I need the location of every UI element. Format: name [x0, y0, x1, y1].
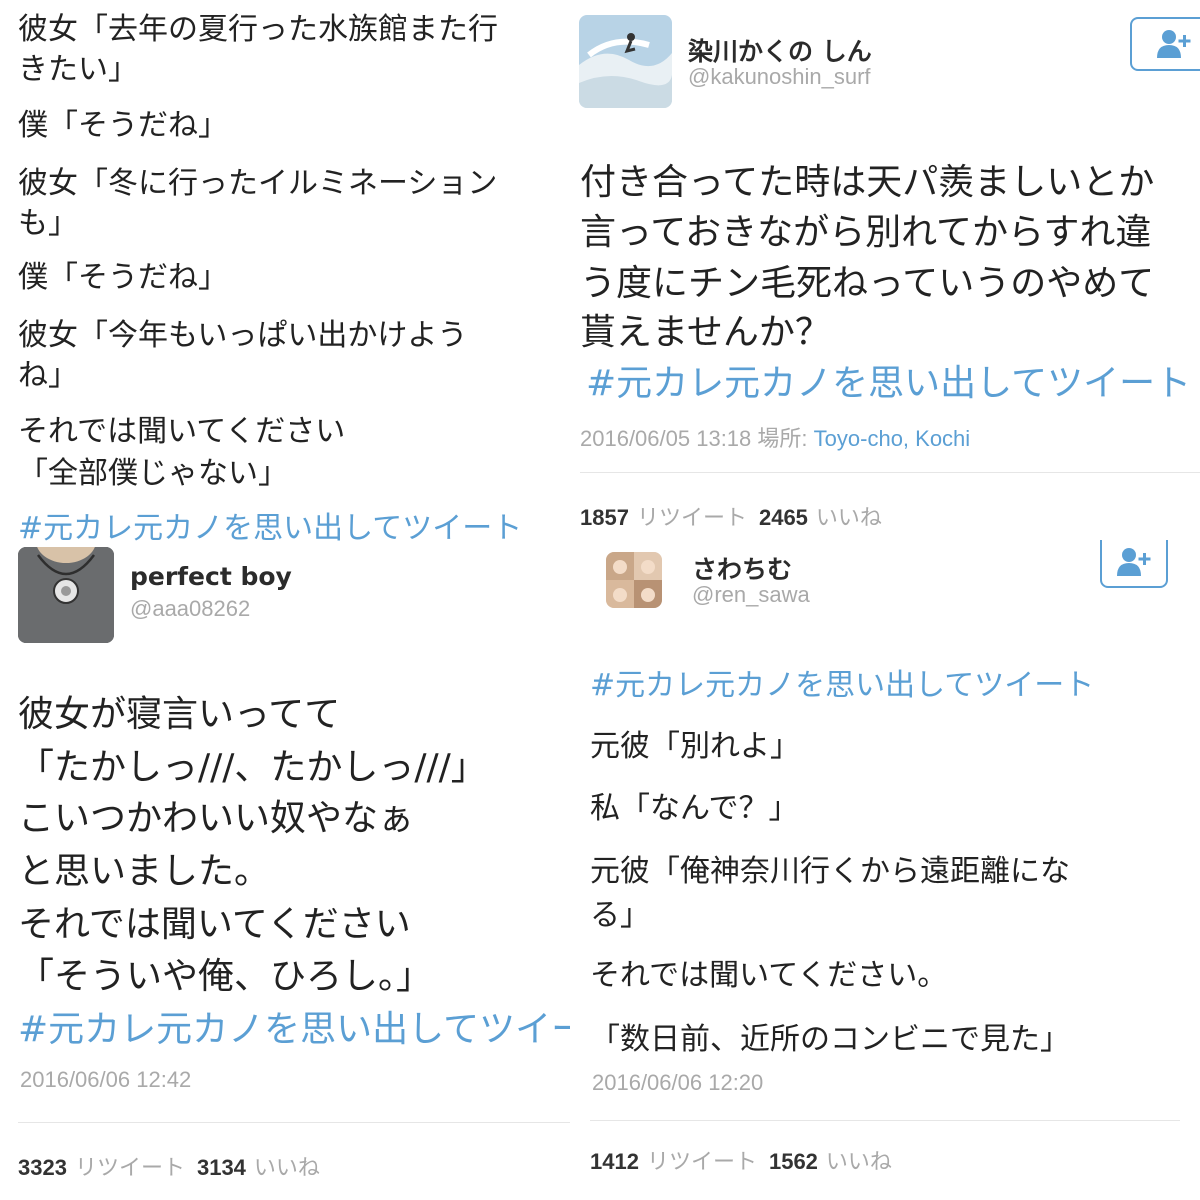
retweet-label: リツイート	[646, 1149, 757, 1174]
tweet-text-line: 私「なんで？」	[590, 791, 799, 826]
avatar[interactable]	[18, 547, 114, 643]
avatar[interactable]	[579, 15, 672, 108]
retweet-count: 1412	[590, 1149, 639, 1174]
tweet-text-line: 「数日前、近所のコンビニで見た」	[590, 1022, 1070, 1057]
tweet-text-line: 貰えませんか？	[580, 312, 831, 353]
like-count: 3134	[196, 1155, 246, 1180]
add-user-icon	[1117, 548, 1151, 576]
tweet-text-line: も」	[18, 206, 78, 241]
tweet-bottom-right: さわちむ @ren_sawa #元カレ元カノを思い出してツイート 元彼「別れよ」…	[570, 540, 1200, 1200]
tweet-stats: 3323 リツイート 3134 いいね	[18, 1150, 332, 1182]
tweet-text-line: 僕「そうだね」	[18, 108, 228, 143]
retweet-label: リツイート	[74, 1155, 185, 1180]
tweet-timestamp: 2016/06/06 12:42	[20, 1067, 192, 1092]
tweet-text-line: 言っておきながら別れてからすれ違	[580, 212, 1152, 253]
tweet-text-line: 「たかしっ///、たかしっ///」	[18, 747, 487, 788]
avatar[interactable]	[606, 552, 662, 608]
like-label: いいね	[815, 505, 882, 530]
location-link[interactable]: Toyo-cho, Kochi	[814, 426, 971, 451]
tweet-text-line: 元彼「俺神奈川行くから遠距離にな	[590, 854, 1070, 889]
divider	[580, 472, 1200, 473]
tweet-text-line: と思いました。	[18, 851, 271, 892]
like-label: いいね	[825, 1149, 892, 1174]
follow-button[interactable]	[1130, 17, 1200, 71]
user-name[interactable]: 染川かくの しん	[688, 32, 872, 68]
user-name[interactable]: さわちむ	[692, 550, 792, 586]
location-label: 場所:	[757, 426, 808, 451]
divider	[18, 1122, 570, 1123]
retweet-count: 1857	[580, 505, 629, 530]
tweet-bottom-left: perfect boy @aaa08262 彼女が寝言いってて 「たかしっ///…	[0, 545, 570, 1200]
tweet-stats: 1857 リツイート 2465 いいね	[580, 500, 894, 532]
tweet-text-line: それでは聞いてください。	[590, 958, 948, 993]
follow-button[interactable]	[1100, 540, 1168, 588]
tweet-text-line: う度にチン毛死ねっていうのやめて	[580, 263, 1155, 304]
tweet-text-line: きたい」	[18, 52, 138, 87]
tweet-text-line: 彼女「今年もいっぱい出かけよう	[18, 318, 468, 353]
add-user-icon	[1157, 30, 1191, 58]
hashtag-link[interactable]: #元カレ元カノを思い出してツイート	[18, 503, 522, 545]
tweet-text-line: 彼女「冬に行ったイルミネーション	[18, 166, 498, 201]
hashtag-link[interactable]: #元カレ元カノを思い出してツイート	[590, 660, 1094, 704]
tweet-text-line: る」	[590, 898, 650, 933]
tweet-timestamp-location: 2016/06/05 13:18 場所: Toyo-cho, Kochi	[580, 421, 970, 453]
tweet-text-line: 付き合ってた時は天パ羨ましいとか	[580, 162, 1155, 203]
tweet-text-line: 彼女「去年の夏行った水族館また行	[18, 12, 498, 47]
tweet-text-line: ね」	[18, 358, 78, 393]
hashtag-link[interactable]: #元カレ元カノを思い出してツイート	[586, 354, 1191, 406]
tweet-stats: 1412 リツイート 1562 いいね	[590, 1144, 904, 1176]
like-count: 2465	[758, 505, 808, 530]
tweet-text-line: それでは聞いてください	[18, 904, 411, 945]
tweet-text-line: 元彼「別れよ」	[590, 729, 800, 764]
retweet-count: 3323	[18, 1155, 67, 1180]
tweet-text-line: 僕「そうだね」	[18, 260, 228, 295]
tweet-top-right: 染川かくの しん @kakunoshin_surf 付き合ってた時は天パ羨ましい…	[570, 0, 1200, 540]
divider	[590, 1120, 1180, 1121]
tweet-text-line: 彼女が寝言いってて	[18, 694, 341, 735]
tweet-top-left: 彼女「去年の夏行った水族館また行 きたい」 僕「そうだね」 彼女「冬に行ったイル…	[0, 0, 570, 545]
tweet-timestamp: 2016/06/06 12:20	[592, 1070, 764, 1095]
like-label: いいね	[253, 1155, 320, 1180]
hashtag-link[interactable]: #元カレ元カノを思い出してツイート	[18, 1000, 570, 1052]
tweet-text-line: 「そういや俺、ひろし。」	[18, 956, 433, 997]
tweet-timestamp: 2016/06/05 13:18	[580, 426, 752, 451]
tweet-text-line: こいつかわいい奴やなぁ	[18, 798, 415, 839]
user-handle[interactable]: @kakunoshin_surf	[688, 64, 871, 90]
user-name[interactable]: perfect boy	[130, 562, 292, 591]
retweet-label: リツイート	[636, 505, 747, 530]
tweet-text-line: それでは聞いてください	[18, 414, 346, 449]
like-count: 1562	[768, 1149, 818, 1174]
user-handle[interactable]: @ren_sawa	[692, 582, 810, 608]
user-handle[interactable]: @aaa08262	[130, 596, 250, 622]
tweet-text-line: 「全部僕じゃない」	[18, 456, 288, 491]
